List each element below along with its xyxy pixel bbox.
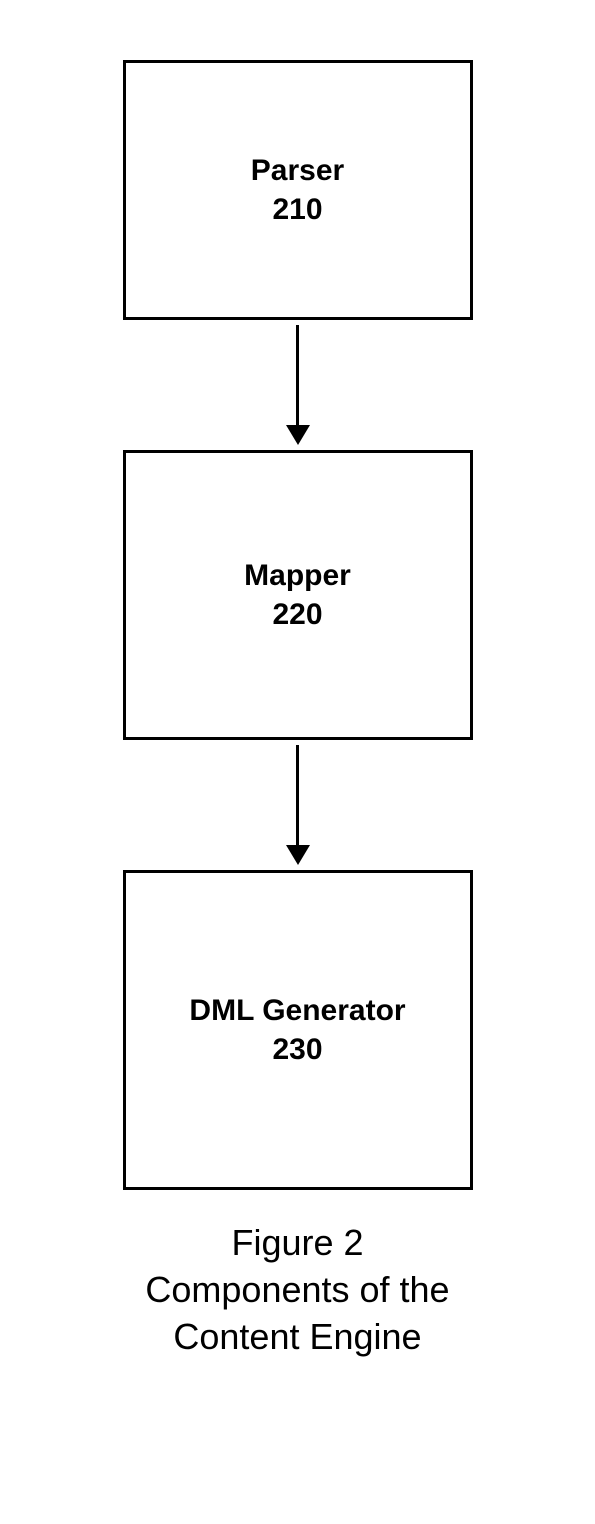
dml-number: 230: [272, 1030, 322, 1069]
arrow-head-icon: [286, 425, 310, 445]
mapper-box: Mapper 220: [123, 450, 473, 740]
parser-label: Parser: [251, 151, 344, 190]
figure-caption: Figure 2 Components of the Content Engin…: [145, 1220, 449, 1360]
parser-number: 210: [272, 190, 322, 229]
diagram-flow: Parser 210 Mapper 220 DML Generator 230: [123, 60, 473, 1190]
mapper-number: 220: [272, 595, 322, 634]
mapper-label: Mapper: [244, 556, 351, 595]
arrow-head-icon: [286, 845, 310, 865]
arrow-line: [296, 325, 299, 425]
caption-line-2: Components of the: [145, 1267, 449, 1314]
caption-line-1: Figure 2: [145, 1220, 449, 1267]
dml-label: DML Generator: [189, 991, 405, 1030]
arrow-mapper-to-dml: [286, 740, 310, 870]
arrow-parser-to-mapper: [286, 320, 310, 450]
dml-generator-box: DML Generator 230: [123, 870, 473, 1190]
caption-line-3: Content Engine: [145, 1314, 449, 1361]
arrow-line: [296, 745, 299, 845]
parser-box: Parser 210: [123, 60, 473, 320]
